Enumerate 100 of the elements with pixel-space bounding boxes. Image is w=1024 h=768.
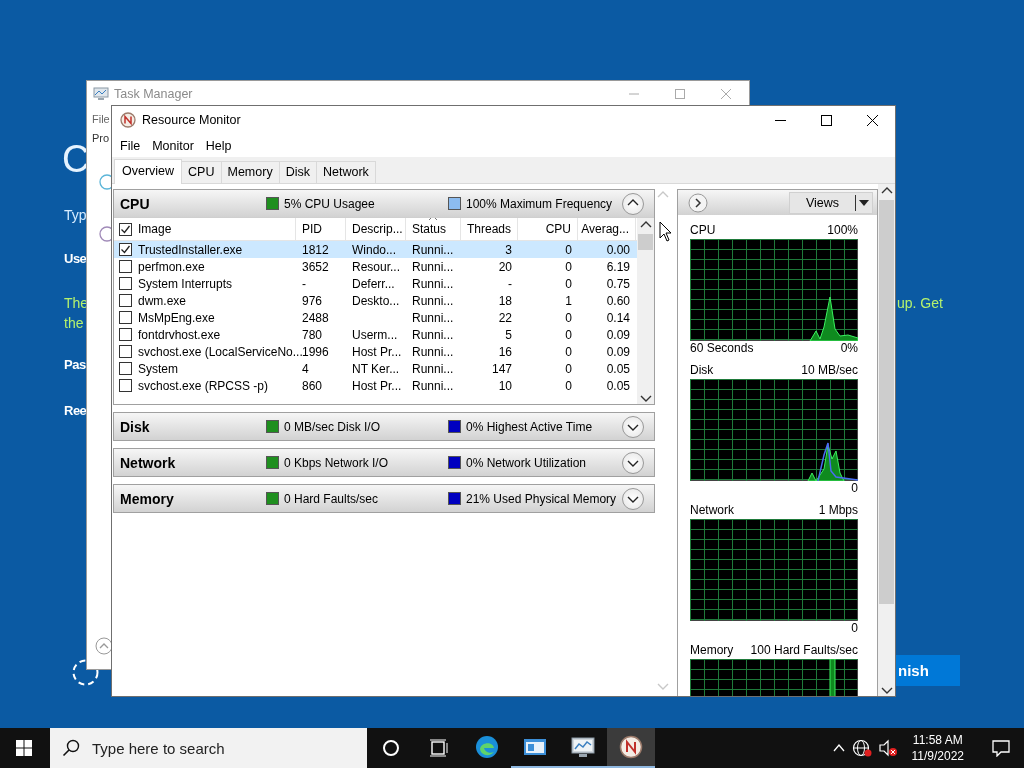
page-text: Use <box>64 251 87 266</box>
page-text: Ree <box>64 403 87 418</box>
notification-icon[interactable] <box>992 739 1010 757</box>
section-title: Memory <box>119 490 175 507</box>
table-cell: Runni... <box>412 242 454 257</box>
table-cell: Host Pr... <box>352 378 402 393</box>
column-header[interactable]: Descrip... <box>352 222 403 236</box>
table-cell: 3652 <box>302 259 329 274</box>
column-header[interactable]: Status <box>412 222 447 236</box>
table-cell: Runni... <box>412 259 454 274</box>
checkbox[interactable] <box>119 362 132 375</box>
section-header[interactable]: Disk 0 MB/sec Disk I/O 0% Highest Active Time <box>114 413 654 440</box>
graph-scale: 10 MB/sec <box>801 363 858 377</box>
checkbox[interactable] <box>119 294 132 307</box>
table-cell: 22 <box>498 310 512 325</box>
column-header[interactable]: CPU <box>545 222 571 236</box>
table-cell: Windo... <box>352 242 396 257</box>
table-cell: 0.05 <box>606 378 630 393</box>
table-row[interactable]: perfmon.exe 3652 Resour... Runni... 20 0 6.19 <box>114 258 637 275</box>
scrollbar-thumb[interactable] <box>638 234 653 250</box>
table-row[interactable]: svchost.exe (RPCSS -p) 860 Host Pr... Runni... 10 0 0.05 <box>114 377 637 394</box>
table-cell: 0.14 <box>606 310 630 325</box>
checkbox[interactable] <box>119 311 132 324</box>
graph-title: CPU <box>690 223 716 237</box>
collapse-icon[interactable] <box>95 637 113 655</box>
menu-item[interactable]: Help <box>199 136 238 155</box>
table-cell: 2488 <box>302 310 329 325</box>
table-cell: Runni... <box>412 361 454 376</box>
graph-title: Network <box>690 503 734 517</box>
speaker-muted-icon[interactable] <box>877 739 898 757</box>
table-cell: 5 <box>505 327 512 342</box>
checkbox[interactable] <box>119 379 132 392</box>
search-field[interactable]: Type here to search <box>50 728 367 768</box>
tab[interactable]: Pro <box>92 132 110 144</box>
circle-icon[interactable] <box>382 739 400 757</box>
table-row[interactable]: System 4 NT Ker... Runni... 147 0 0.05 <box>114 360 637 377</box>
column-header[interactable]: Threads <box>466 222 511 236</box>
table-cell: 6.19 <box>606 259 630 274</box>
table-cell: System <box>138 361 178 376</box>
column-header[interactable]: Image <box>138 222 172 236</box>
graph-title: Memory <box>690 643 734 657</box>
expand-arrow-button[interactable] <box>688 192 708 213</box>
window-title: Task Manager <box>114 87 193 101</box>
checkbox[interactable] <box>119 260 132 273</box>
table-cell: 0 <box>565 259 572 274</box>
table-cell: 1812 <box>302 242 329 257</box>
checkbox[interactable] <box>119 222 132 236</box>
tab[interactable]: Network <box>315 161 376 183</box>
table-cell: Deferr... <box>352 276 395 291</box>
table-row[interactable]: MsMpEng.exe 2488 Runni... 22 0 0.14 <box>114 309 637 326</box>
table-cell: 0 <box>565 276 572 291</box>
menu-item[interactable]: File <box>92 113 110 125</box>
checkbox[interactable] <box>119 243 132 256</box>
monitor-icon <box>93 87 109 101</box>
views-dropdown[interactable]: Views <box>789 191 873 214</box>
table-cell: System Interrupts <box>138 276 233 291</box>
table-cell: 0.60 <box>606 293 630 308</box>
page-text: Typ <box>64 207 87 223</box>
scrollbar-thumb[interactable] <box>879 200 894 604</box>
menu-item[interactable]: File <box>114 136 147 155</box>
taskbar-app[interactable] <box>607 728 655 768</box>
table-cell: 0 <box>565 327 572 342</box>
section-header[interactable]: CPU 5% CPU Usagee 100% Maximum Frequency <box>114 190 654 217</box>
table-cell: MsMpEng.exe <box>138 310 215 325</box>
table-cell: 780 <box>302 327 323 342</box>
table-row[interactable]: dwm.exe 976 Deskto... Runni... 18 1 0.60 <box>114 292 637 309</box>
graph-scale: 0% <box>840 341 858 355</box>
clock[interactable]: 11:58 AM 11/9/2022 <box>903 732 972 764</box>
table-row[interactable]: TrustedInstaller.exe 1812 Windo... Runni... 3 0 0.00 <box>114 241 637 258</box>
task-view-icon[interactable] <box>429 739 449 757</box>
checkbox[interactable] <box>119 328 132 341</box>
menu-item[interactable]: Monitor <box>146 136 200 155</box>
globe-icon[interactable] <box>851 739 872 757</box>
table-cell: - <box>302 276 306 291</box>
windows-logo-icon[interactable] <box>16 740 32 756</box>
checkbox[interactable] <box>119 345 132 358</box>
search-icon <box>62 739 80 757</box>
window-title: Resource Monitor <box>142 113 241 127</box>
tab[interactable]: Overview <box>114 159 183 184</box>
finish-button[interactable]: nish <box>896 655 960 686</box>
graph-scale: 0 <box>851 621 858 635</box>
table-cell: 0 <box>565 378 572 393</box>
table-row[interactable]: svchost.exe (LocalServiceNo...1996 Host Pr... Runni... 16 0 0.09 <box>114 343 637 360</box>
maximize-icon[interactable] <box>820 114 832 126</box>
section-header[interactable]: Memory 0 Hard Faults/sec 21% Used Physical Memory <box>114 485 654 512</box>
table-row[interactable]: System Interrupts - Deferr... Runni... - 0 0.75 <box>114 275 637 292</box>
table-cell: dwm.exe <box>138 293 187 308</box>
metric-text: 0% Highest Active Time <box>466 419 593 434</box>
table-cell: Runni... <box>412 310 454 325</box>
graph-scale: 0 <box>851 481 858 495</box>
checkbox[interactable] <box>119 277 132 290</box>
table-row[interactable]: fontdrvhost.exe 780 Userm... Runni... 5 0 0.09 <box>114 326 637 343</box>
column-header[interactable]: PID <box>302 222 322 236</box>
table-cell: 16 <box>498 344 512 359</box>
close-icon[interactable] <box>866 114 878 126</box>
table-cell: 0.05 <box>606 361 630 376</box>
section-header[interactable]: Network 0 Kbps Network I/O 0% Network Utilization <box>114 449 654 476</box>
column-header[interactable]: Averag... <box>581 222 629 236</box>
table-cell: NT Ker... <box>352 361 400 376</box>
table-cell: 0 <box>565 310 572 325</box>
